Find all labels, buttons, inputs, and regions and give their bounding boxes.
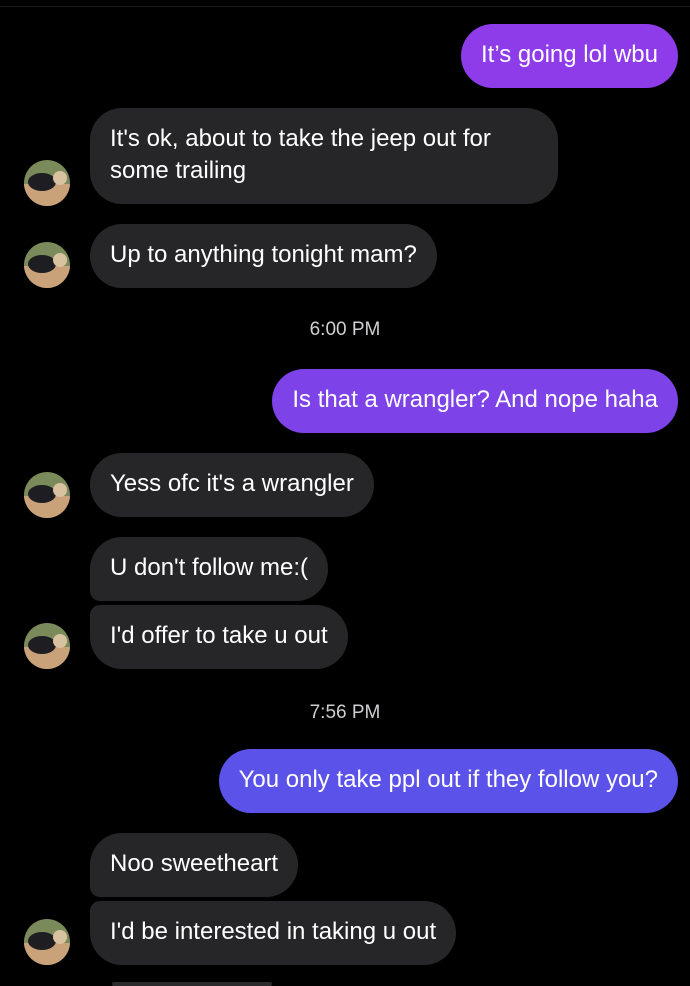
message-text-line-1: It's ok, about to take the jeep out for <box>110 125 491 152</box>
outgoing-message[interactable]: Is that a wrangler? And nope haha <box>272 369 678 433</box>
incoming-message[interactable]: Up to anything tonight mam? <box>90 224 437 288</box>
message-text: I'd be interested in taking u out <box>110 918 437 945</box>
message-text: It’s going lol wbu <box>481 41 658 68</box>
message-text: Up to anything tonight mam? <box>110 241 417 268</box>
contact-avatar-icon[interactable] <box>24 160 70 206</box>
incoming-message[interactable]: Yess ofc it's a wrangler <box>90 453 374 517</box>
contact-avatar-icon[interactable] <box>24 242 70 288</box>
incoming-message[interactable]: U don't follow me:( <box>90 537 328 601</box>
header-divider <box>0 6 690 7</box>
incoming-message[interactable]: I'd be interested in taking u out <box>90 901 457 965</box>
timestamp: 7:56 PM <box>309 702 381 723</box>
outgoing-message[interactable]: It’s going lol wbu <box>461 24 678 88</box>
message-text: You only take ppl out if they follow you… <box>238 766 658 793</box>
incoming-message[interactable]: Noo sweetheart <box>90 833 299 897</box>
message-text: Is that a wrangler? And nope haha <box>292 386 658 413</box>
incoming-message[interactable]: It's ok, about to take the jeep out for … <box>90 108 558 204</box>
message-text: Noo sweetheart <box>110 850 279 877</box>
message-text: Yess ofc it's a wrangler <box>110 470 354 497</box>
incoming-message[interactable]: I'd offer to take u out <box>90 605 348 669</box>
outgoing-message[interactable]: You only take ppl out if they follow you… <box>218 749 678 813</box>
contact-avatar-icon[interactable] <box>24 919 70 965</box>
timestamp: 6:00 PM <box>309 319 381 340</box>
contact-avatar-icon[interactable] <box>24 472 70 518</box>
message-text: U don't follow me:( <box>110 554 308 581</box>
partial-next-message <box>112 982 272 986</box>
contact-avatar-icon[interactable] <box>24 623 70 669</box>
message-text: I'd offer to take u out <box>110 622 328 649</box>
message-text-line-2: some trailing <box>110 157 247 184</box>
